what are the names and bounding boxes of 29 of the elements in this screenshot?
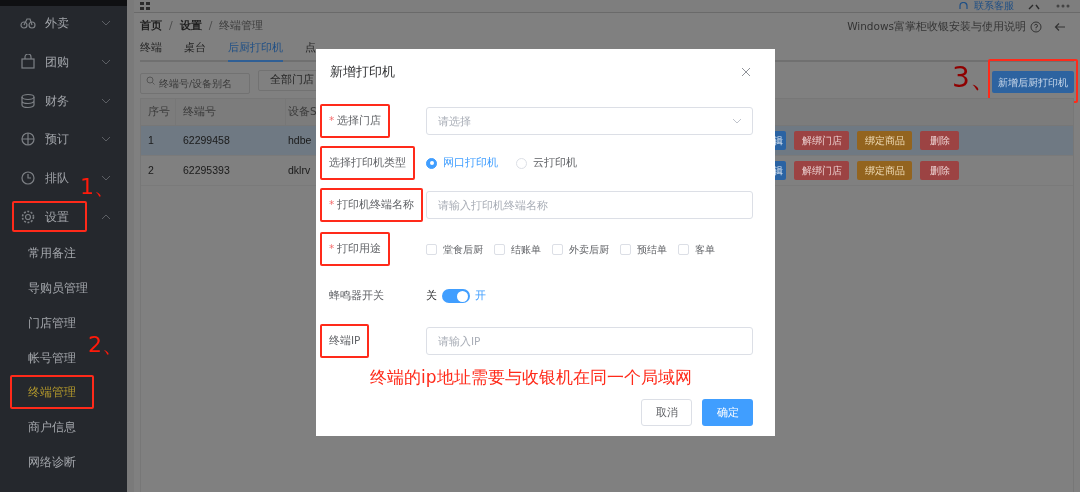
annotation-number: 2、 (88, 334, 124, 356)
breadcrumb-separator: / (169, 18, 173, 35)
annotation-text: 终端的ip地址需要与收银机在同一个局域网 (370, 366, 693, 389)
breadcrumb-separator: / (208, 18, 213, 35)
field-label: 蜂鸣器开关 (329, 288, 384, 304)
annotation-number: 1、 (80, 176, 116, 198)
table-cell-text: dklrv (287, 162, 312, 178)
field-label: 打印机终端名称 (337, 197, 415, 213)
checkbox-label: 外卖后厨 (569, 242, 609, 257)
field-label: 打印用途 (337, 241, 382, 257)
radio-label: 云打印机 (533, 155, 577, 171)
switch-label: 开 (475, 288, 486, 304)
checkbox-label: 结账单 (511, 242, 541, 257)
checkbox-label: 客单 (695, 242, 715, 257)
required-asterisk: * (329, 197, 335, 213)
table-cell-text: 62299458 (182, 132, 231, 148)
checkbox-label: 堂食后厨 (443, 242, 483, 257)
field-label: 终端IP (329, 333, 361, 349)
table-cell-text: 1 (147, 132, 155, 148)
switch-label: 关 (426, 288, 437, 304)
required-asterisk: * (329, 113, 335, 129)
field-label: 选择打印机类型 (329, 155, 406, 171)
field-label: 选择门店 (337, 113, 382, 129)
table-cell-text: 62295393 (182, 162, 231, 178)
table-cell-text: hdbe (287, 132, 313, 148)
required-asterisk: * (329, 241, 335, 257)
checkbox-label: 预结单 (637, 242, 667, 257)
table-cell-text: 2 (147, 162, 155, 178)
radio-label: 网口打印机 (443, 155, 498, 171)
